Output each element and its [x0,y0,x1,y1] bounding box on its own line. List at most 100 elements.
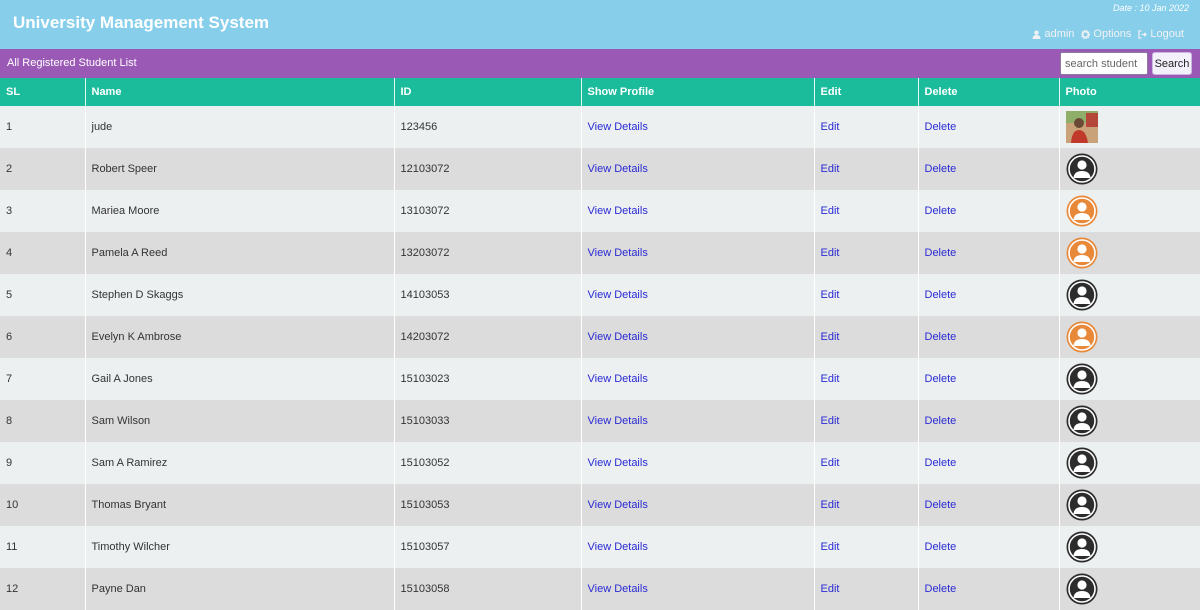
cell-photo [1058,232,1200,274]
delete-link[interactable]: Delete [925,163,957,175]
cell-sl: 8 [0,400,85,442]
cell-view: View Details [580,400,814,442]
cell-id: 15103033 [393,400,581,442]
table-row: 4 Pamela A Reed 13203072 View Details Edit De… [0,232,1200,274]
cell-id: 123456 [393,106,581,148]
table-row: 12 Payne Dan 15103058 View Details Edit Delet… [0,568,1200,610]
cell-name: Evelyn K Ambrose [84,316,394,358]
view-details-link[interactable]: View Details [588,331,648,343]
cell-name: Sam A Ramirez [84,442,394,484]
delete-link[interactable]: Delete [925,541,957,553]
cell-edit: Edit [813,148,918,190]
cell-edit: Edit [813,358,918,400]
cell-id: 15103057 [393,526,581,568]
delete-link[interactable]: Delete [925,373,957,385]
cell-delete: Delete [917,316,1059,358]
admin-link[interactable]: admin [1032,28,1074,40]
table-row: 5 Stephen D Skaggs 14103053 View Details Edi… [0,274,1200,316]
cell-delete: Delete [917,148,1059,190]
view-details-link[interactable]: View Details [588,541,648,553]
view-details-link[interactable]: View Details [588,247,648,259]
table-row: 2 Robert Speer 12103072 View Details Edit Del… [0,148,1200,190]
cell-view: View Details [580,232,814,274]
cell-photo [1058,190,1200,232]
app-header: University Management System Date : 10 J… [0,0,1200,49]
cell-sl: 3 [0,190,85,232]
delete-link[interactable]: Delete [925,583,957,595]
cell-sl: 6 [0,316,85,358]
cell-edit: Edit [813,106,918,148]
view-details-link[interactable]: View Details [588,415,648,427]
cell-id: 14103053 [393,274,581,316]
delete-link[interactable]: Delete [925,499,957,511]
cell-photo [1058,400,1200,442]
delete-link[interactable]: Delete [925,121,957,133]
delete-link[interactable]: Delete [925,415,957,427]
cell-delete: Delete [917,484,1059,526]
cell-photo [1058,316,1200,358]
search-button[interactable]: Search [1152,52,1192,75]
cell-edit: Edit [813,526,918,568]
cell-name: Stephen D Skaggs [84,274,394,316]
col-photo: Photo [1058,78,1200,106]
cell-view: View Details [580,316,814,358]
list-toolbar: All Registered Student List Search [0,49,1200,78]
cell-sl: 2 [0,148,85,190]
cell-photo [1058,358,1200,400]
cell-photo [1058,274,1200,316]
edit-link[interactable]: Edit [821,583,840,595]
cell-delete: Delete [917,526,1059,568]
cell-id: 15103053 [393,484,581,526]
cell-photo [1058,568,1200,610]
edit-link[interactable]: Edit [821,163,840,175]
delete-link[interactable]: Delete [925,247,957,259]
view-details-link[interactable]: View Details [588,205,648,217]
cell-delete: Delete [917,106,1059,148]
edit-link[interactable]: Edit [821,373,840,385]
edit-link[interactable]: Edit [821,457,840,469]
cell-id: 13203072 [393,232,581,274]
table-row: 10 Thomas Bryant 15103053 View Details Edit D… [0,484,1200,526]
edit-link[interactable]: Edit [821,205,840,217]
cell-view: View Details [580,106,814,148]
view-details-link[interactable]: View Details [588,163,648,175]
cell-sl: 4 [0,232,85,274]
cell-sl: 9 [0,442,85,484]
cell-delete: Delete [917,190,1059,232]
student-photo [1065,111,1098,143]
edit-link[interactable]: Edit [821,289,840,301]
cell-id: 15103023 [393,358,581,400]
view-details-link[interactable]: View Details [588,499,648,511]
table-row: 3 Mariea Moore 13103072 View Details Edit Del… [0,190,1200,232]
search-input[interactable] [1060,52,1148,75]
edit-link[interactable]: Edit [821,499,840,511]
view-details-link[interactable]: View Details [588,457,648,469]
edit-link[interactable]: Edit [821,415,840,427]
edit-link[interactable]: Edit [821,541,840,553]
view-details-link[interactable]: View Details [588,289,648,301]
options-link[interactable]: Options [1081,28,1131,40]
cell-id: 15103052 [393,442,581,484]
cell-name: Timothy Wilcher [84,526,394,568]
view-details-link[interactable]: View Details [588,583,648,595]
avatar-male [1066,363,1097,395]
cell-sl: 10 [0,484,85,526]
delete-link[interactable]: Delete [925,205,957,217]
delete-link[interactable]: Delete [925,289,957,301]
delete-link[interactable]: Delete [925,457,957,469]
delete-link[interactable]: Delete [925,331,957,343]
student-table: SL Name ID Show Profile Edit Delete Phot… [0,78,1200,610]
col-name: Name [84,78,394,106]
logout-link[interactable]: Logout [1138,28,1184,40]
edit-link[interactable]: Edit [821,121,840,133]
edit-link[interactable]: Edit [821,247,840,259]
view-details-link[interactable]: View Details [588,121,648,133]
cell-delete: Delete [917,568,1059,610]
view-details-link[interactable]: View Details [588,373,648,385]
table-row: 7 Gail A Jones 15103023 View Details Edit Del… [0,358,1200,400]
avatar-male [1066,489,1097,521]
col-sl: SL [0,78,85,106]
cell-photo [1058,148,1200,190]
table-row: 8 Sam Wilson 15103033 View Details Edit Delet… [0,400,1200,442]
edit-link[interactable]: Edit [821,331,840,343]
